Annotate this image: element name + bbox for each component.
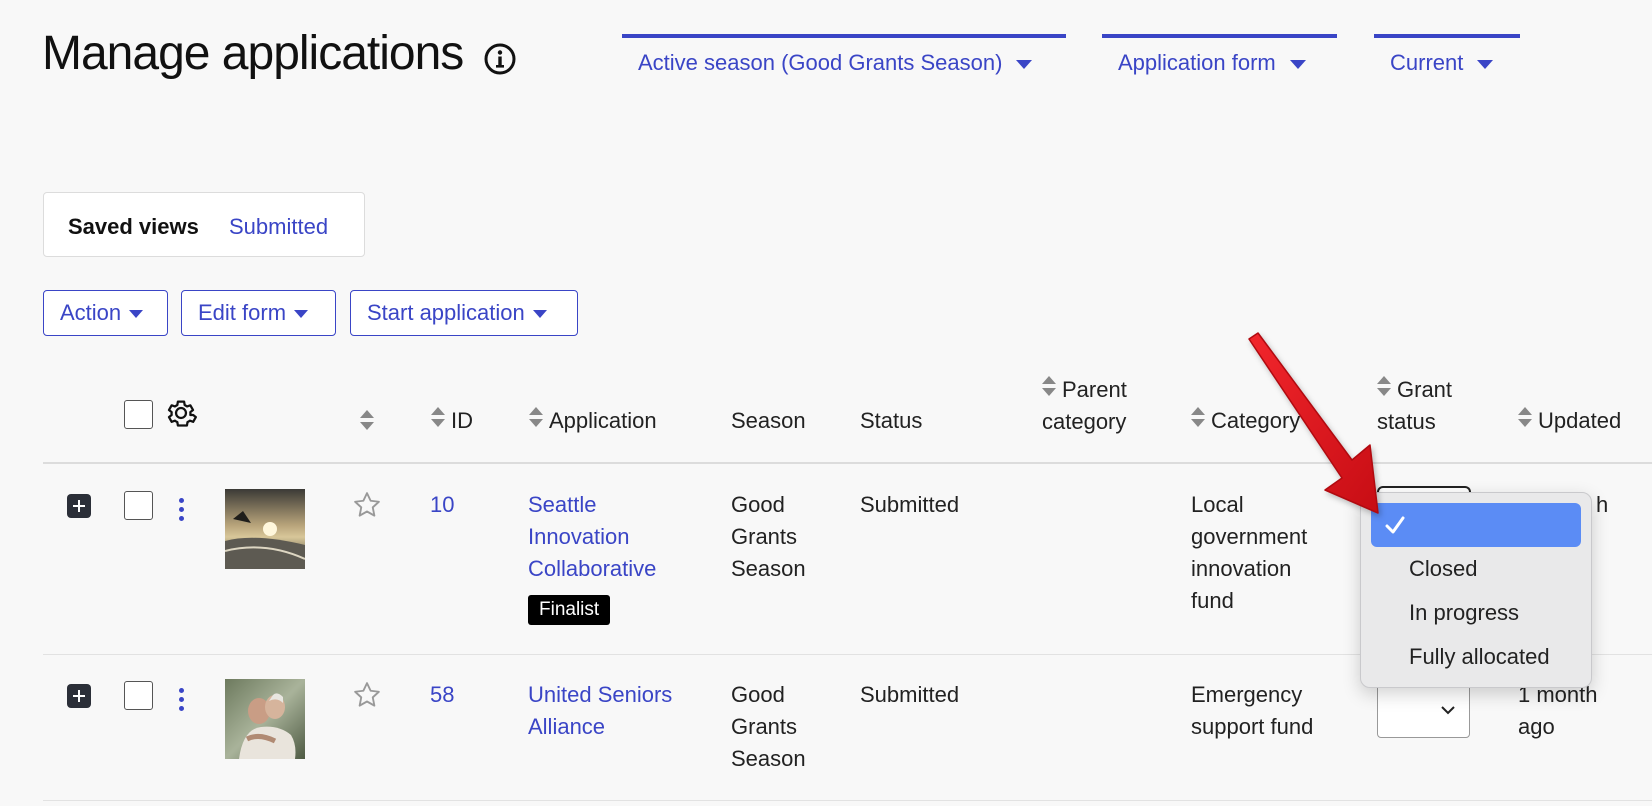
application-name-line: Innovation: [528, 524, 630, 549]
application-id-link[interactable]: 10: [430, 489, 454, 521]
application-name-line: Seattle: [528, 492, 597, 517]
category-line: innovation: [1191, 556, 1292, 581]
column-header-grant-status-line1: Grant: [1397, 377, 1453, 402]
updated-cell-partial: h: [1596, 492, 1609, 517]
category-line: Local: [1191, 492, 1244, 517]
column-header-id-label: ID: [451, 408, 473, 433]
column-header-grant-status-line2: status: [1377, 409, 1436, 434]
kebab-icon[interactable]: [179, 498, 185, 522]
status-cell: Submitted: [860, 682, 960, 707]
application-name-link[interactable]: Seattle Innovation Collaborative: [528, 489, 656, 585]
season-line: Good: [731, 682, 785, 707]
dropdown-option-closed[interactable]: Closed: [1371, 547, 1581, 591]
caret-down-icon: [1289, 59, 1306, 69]
edit-form-button-label: Edit form: [198, 300, 287, 325]
column-header-category[interactable]: Category: [1191, 405, 1300, 437]
status-filter-label: Current: [1390, 50, 1464, 75]
saved-views-label: Saved views: [68, 214, 199, 239]
category-line: support fund: [1191, 714, 1314, 739]
status-filter[interactable]: Current: [1374, 34, 1520, 86]
caret-down-icon: [294, 310, 309, 319]
season-line: Grants: [731, 524, 798, 549]
row-checkbox[interactable]: [124, 681, 153, 710]
grant-status-select[interactable]: [1377, 682, 1470, 738]
row-divider: [43, 800, 1652, 801]
caret-down-icon: [1477, 59, 1494, 69]
dropdown-option-fully-allocated[interactable]: Fully allocated: [1371, 635, 1581, 679]
star-icon[interactable]: [352, 490, 382, 520]
sort-icon: [1518, 407, 1532, 431]
column-header-grant-status[interactable]: Grant status: [1377, 374, 1452, 438]
updated-line: ago: [1518, 714, 1555, 739]
application-name-line: Alliance: [528, 714, 606, 739]
info-icon[interactable]: [483, 42, 517, 76]
caret-down-icon: [1016, 59, 1033, 69]
saved-view-submitted-link[interactable]: Submitted: [229, 214, 328, 239]
chevron-down-icon: [1441, 706, 1455, 715]
edit-form-button[interactable]: Edit form: [181, 290, 336, 336]
sort-icon: [1191, 407, 1205, 431]
form-filter[interactable]: Application form: [1102, 34, 1337, 86]
kebab-icon[interactable]: [179, 688, 185, 712]
finalist-badge: Finalist: [528, 595, 611, 625]
table-header-divider: [43, 462, 1652, 464]
season-cell: Good Grants Season: [731, 489, 806, 585]
row-checkbox[interactable]: [124, 491, 153, 520]
expand-icon[interactable]: [67, 684, 91, 708]
application-name-line: United Seniors: [528, 682, 673, 707]
application-thumbnail: [225, 489, 305, 569]
expand-icon[interactable]: [67, 494, 91, 518]
column-header-category-label: Category: [1211, 408, 1301, 433]
column-header-parent-category-line1: Parent: [1062, 377, 1127, 402]
season-line: Good: [731, 492, 785, 517]
category-cell: Emergency support fund: [1191, 679, 1313, 743]
action-button-label: Action: [60, 300, 122, 325]
application-id-link[interactable]: 58: [430, 679, 454, 711]
gear-icon[interactable]: [164, 396, 198, 430]
season-line: Season: [731, 746, 806, 771]
application-name-link[interactable]: United Seniors Alliance: [528, 679, 672, 743]
caret-down-icon: [532, 310, 547, 319]
application-thumbnail: [225, 679, 305, 759]
select-all-checkbox[interactable]: [124, 400, 153, 429]
column-header-id[interactable]: ID: [431, 405, 473, 437]
page-title: Manage applications: [42, 27, 464, 80]
season-filter-label: Active season (Good Grants Season): [638, 50, 1003, 75]
season-filter[interactable]: Active season (Good Grants Season): [622, 34, 1066, 86]
action-button[interactable]: Action: [43, 290, 168, 336]
sort-icon: [431, 407, 445, 431]
season-line: Grants: [731, 714, 798, 739]
form-filter-label: Application form: [1118, 50, 1276, 75]
sort-icon[interactable]: [360, 410, 374, 434]
column-header-season: Season: [731, 408, 806, 433]
season-line: Season: [731, 556, 806, 581]
column-header-application-label: Application: [549, 408, 657, 433]
grant-status-dropdown: Closed In progress Fully allocated: [1360, 492, 1592, 688]
dropdown-option-blank[interactable]: [1371, 503, 1581, 547]
category-cell: Local government innovation fund: [1191, 489, 1307, 617]
updated-cell: 1 month ago: [1518, 679, 1598, 743]
column-header-parent-category[interactable]: Parent category: [1042, 374, 1127, 438]
checkmark-icon: [1385, 516, 1405, 534]
application-name-line: Collaborative: [528, 556, 657, 581]
category-line: fund: [1191, 588, 1234, 613]
sort-icon: [1377, 376, 1391, 400]
column-header-updated-label: Updated: [1538, 408, 1622, 433]
column-header-updated[interactable]: Updated: [1518, 405, 1621, 437]
column-header-status: Status: [860, 408, 923, 433]
category-line: Emergency: [1191, 682, 1303, 707]
column-header-application[interactable]: Application: [529, 405, 657, 437]
category-line: government: [1191, 524, 1308, 549]
sort-icon: [529, 407, 543, 431]
start-application-button-label: Start application: [367, 300, 525, 325]
status-cell: Submitted: [860, 492, 960, 517]
caret-down-icon: [129, 310, 144, 319]
sort-icon: [1042, 376, 1056, 400]
dropdown-option-in-progress[interactable]: In progress: [1371, 591, 1581, 635]
season-cell: Good Grants Season: [731, 679, 806, 775]
star-icon[interactable]: [352, 680, 382, 710]
start-application-button[interactable]: Start application: [350, 290, 578, 336]
column-header-parent-category-line2: category: [1042, 409, 1127, 434]
saved-views-panel: Saved views Submitted: [43, 192, 365, 257]
